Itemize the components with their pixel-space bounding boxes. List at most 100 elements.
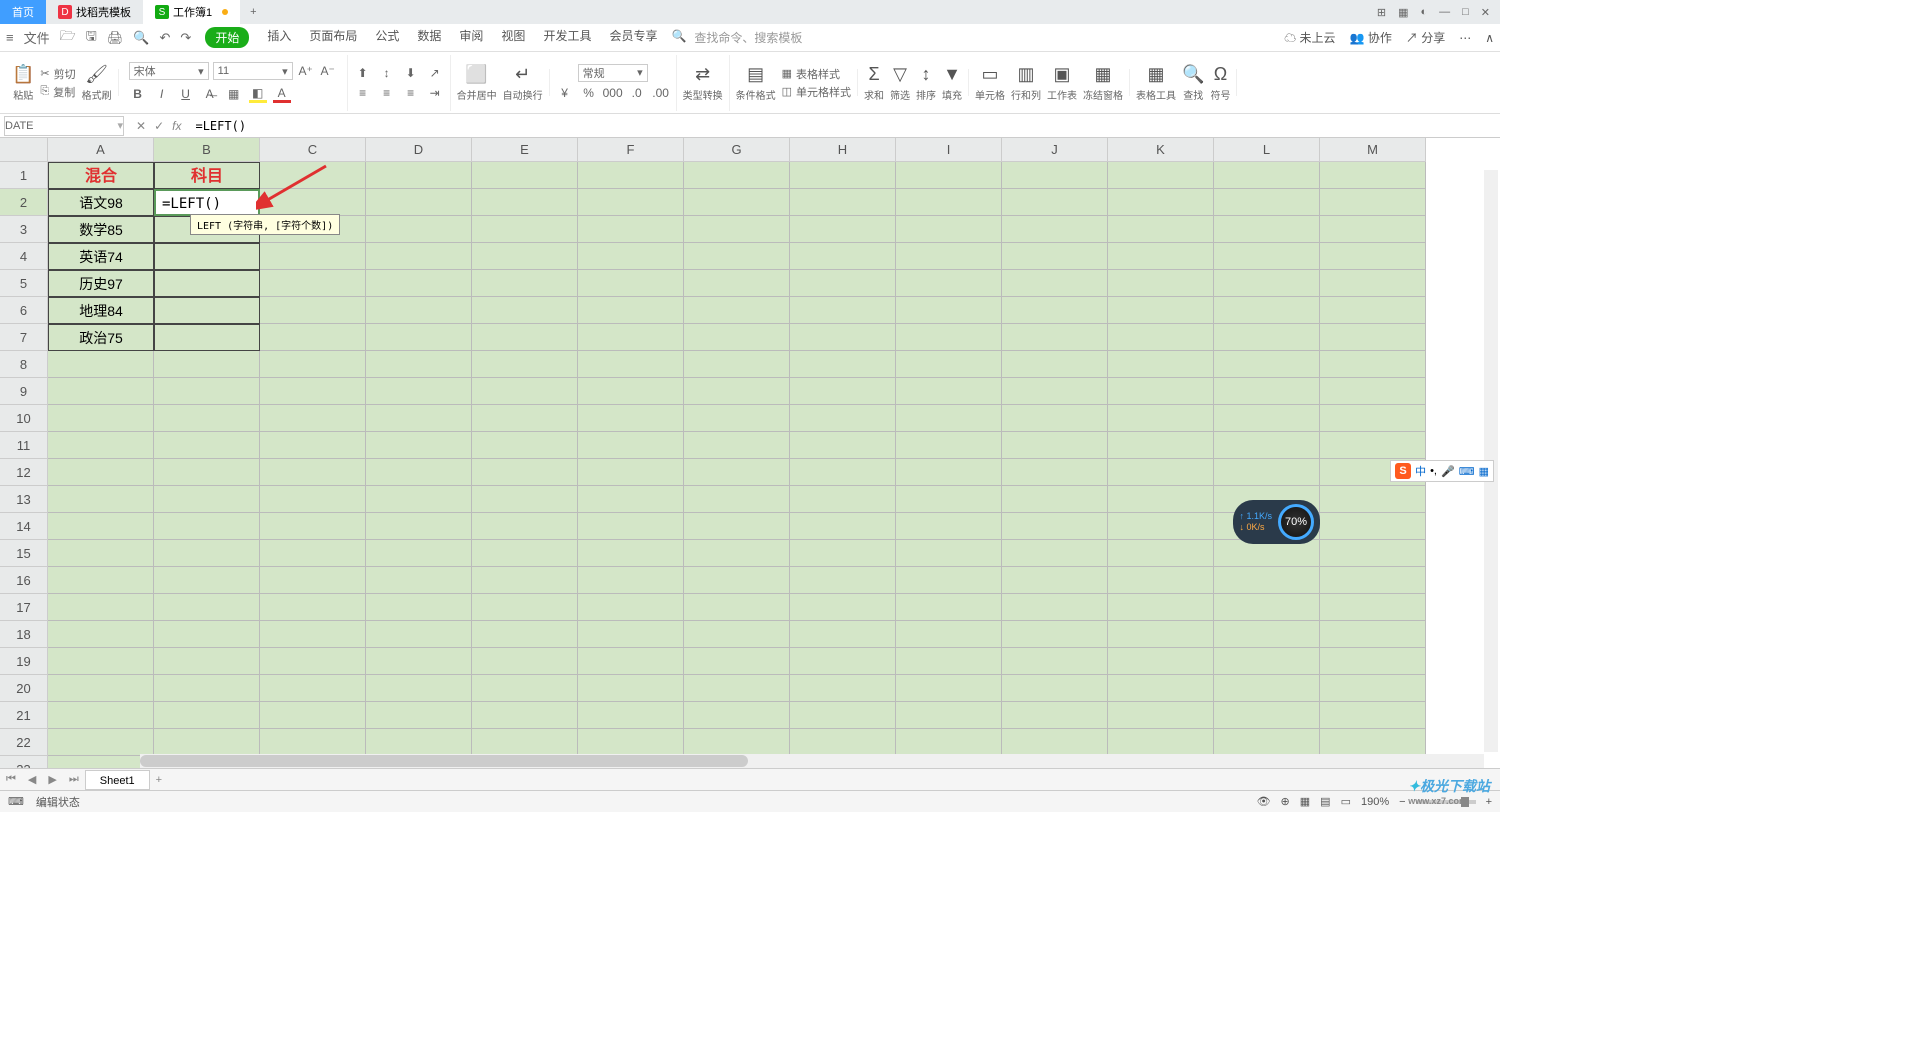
cell[interactable]	[472, 486, 578, 513]
find-button[interactable]: 🔍查找	[1182, 64, 1204, 102]
cell[interactable]	[1214, 270, 1320, 297]
cell[interactable]	[896, 648, 1002, 675]
cell[interactable]	[1002, 594, 1108, 621]
cell[interactable]	[1108, 189, 1214, 216]
cell[interactable]	[260, 540, 366, 567]
cell[interactable]	[366, 675, 472, 702]
cell[interactable]: 混合	[48, 162, 154, 189]
cell[interactable]	[48, 405, 154, 432]
cell[interactable]	[366, 459, 472, 486]
cell[interactable]	[578, 243, 684, 270]
dec-inc-icon[interactable]: .0	[628, 84, 646, 102]
cell[interactable]	[1320, 324, 1426, 351]
cell[interactable]	[896, 324, 1002, 351]
cell[interactable]	[366, 513, 472, 540]
cell[interactable]	[896, 540, 1002, 567]
row-1[interactable]: 1	[0, 162, 48, 189]
row-5[interactable]: 5	[0, 270, 48, 297]
coop-button[interactable]: 👥 协作	[1350, 29, 1392, 46]
row-4[interactable]: 4	[0, 243, 48, 270]
cell[interactable]	[472, 405, 578, 432]
tab-home[interactable]: 首页	[0, 0, 46, 24]
cell[interactable]	[1002, 702, 1108, 729]
cell[interactable]	[1108, 540, 1214, 567]
cell[interactable]	[684, 567, 790, 594]
cell[interactable]	[1002, 189, 1108, 216]
format-painter-button[interactable]: 🖌格式刷	[82, 64, 112, 102]
zoom-out-icon[interactable]: −	[1399, 796, 1405, 808]
cell[interactable]	[260, 432, 366, 459]
cell[interactable]	[896, 378, 1002, 405]
cell[interactable]	[1002, 432, 1108, 459]
cell[interactable]	[790, 243, 896, 270]
cell[interactable]	[684, 594, 790, 621]
cell[interactable]	[578, 459, 684, 486]
cell[interactable]	[578, 702, 684, 729]
sum-button[interactable]: Σ求和	[864, 64, 884, 102]
cell[interactable]	[154, 351, 260, 378]
cell[interactable]	[684, 459, 790, 486]
cell[interactable]	[260, 405, 366, 432]
col-K[interactable]: K	[1108, 138, 1214, 162]
cell[interactable]	[48, 378, 154, 405]
cell[interactable]	[1108, 567, 1214, 594]
cell[interactable]	[48, 702, 154, 729]
col-L[interactable]: L	[1214, 138, 1320, 162]
currency-icon[interactable]: ¥	[556, 84, 574, 102]
col-J[interactable]: J	[1002, 138, 1108, 162]
cell[interactable]	[260, 351, 366, 378]
sheet-nav-first[interactable]: ⏮	[0, 773, 22, 786]
cell[interactable]	[154, 513, 260, 540]
formula-input[interactable]: =LEFT()	[189, 119, 1500, 133]
cell[interactable]	[366, 324, 472, 351]
cell[interactable]	[48, 648, 154, 675]
close-button[interactable]: ✕	[1481, 6, 1490, 19]
border-button[interactable]: ▦	[225, 85, 243, 103]
cell[interactable]: 语文98	[48, 189, 154, 216]
cell[interactable]	[1214, 648, 1320, 675]
row-9[interactable]: 9	[0, 378, 48, 405]
cell[interactable]	[896, 270, 1002, 297]
cell[interactable]	[684, 702, 790, 729]
sheet-nav-prev[interactable]: ◀	[22, 773, 42, 786]
cell[interactable]	[154, 486, 260, 513]
tab-insert[interactable]: 插入	[267, 27, 291, 48]
cell[interactable]	[1320, 432, 1426, 459]
cell[interactable]	[790, 216, 896, 243]
cell[interactable]	[896, 594, 1002, 621]
view-normal-icon[interactable]: ▦	[1300, 795, 1310, 808]
cell[interactable]	[260, 513, 366, 540]
cell[interactable]	[1108, 729, 1214, 756]
cell[interactable]	[472, 567, 578, 594]
cell[interactable]	[472, 162, 578, 189]
cell[interactable]	[578, 162, 684, 189]
cell[interactable]	[578, 270, 684, 297]
font-size-select[interactable]: 11▾	[213, 62, 293, 80]
cell[interactable]	[896, 432, 1002, 459]
file-menu[interactable]: 文件	[24, 28, 50, 47]
cell[interactable]	[1108, 216, 1214, 243]
cell[interactable]	[154, 297, 260, 324]
cell[interactable]: 历史97	[48, 270, 154, 297]
align-bot-icon[interactable]: ⬇	[402, 64, 420, 82]
fill-color-button[interactable]: ◧	[249, 85, 267, 103]
add-sheet-button[interactable]: +	[150, 774, 168, 786]
cell[interactable]	[1108, 243, 1214, 270]
minimize-button[interactable]: —	[1439, 6, 1450, 19]
col-M[interactable]: M	[1320, 138, 1426, 162]
cell[interactable]	[472, 621, 578, 648]
cloud-status[interactable]: ☁ 未上云	[1284, 29, 1335, 46]
align-top-icon[interactable]: ⬆	[354, 64, 372, 82]
cell[interactable]	[1214, 459, 1320, 486]
clock-icon[interactable]: ⊕	[1281, 795, 1290, 808]
cell[interactable]	[154, 459, 260, 486]
save-icon[interactable]: 🖫	[86, 27, 97, 49]
cell[interactable]	[260, 297, 366, 324]
cell[interactable]	[790, 729, 896, 756]
cell[interactable]	[472, 702, 578, 729]
cell[interactable]	[1108, 648, 1214, 675]
cell[interactable]	[684, 297, 790, 324]
cell[interactable]: 科目	[154, 162, 260, 189]
menu-icon[interactable]: ≡	[6, 30, 14, 45]
cell[interactable]: 英语74	[48, 243, 154, 270]
